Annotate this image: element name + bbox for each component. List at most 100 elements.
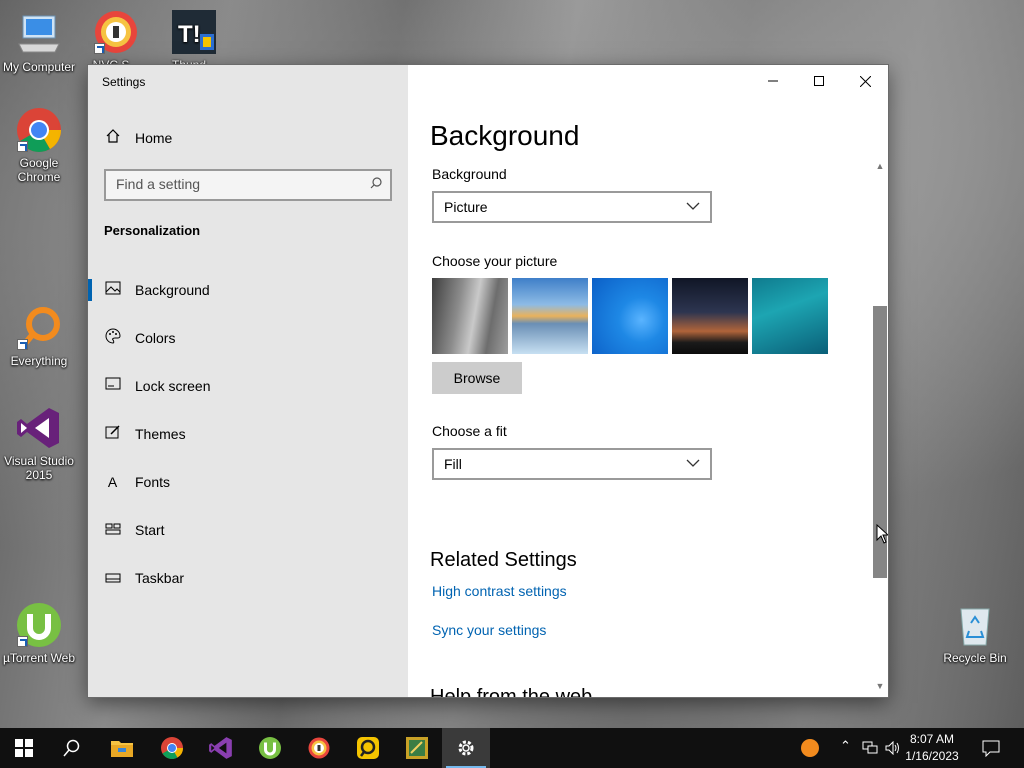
related-settings-heading: Related Settings (430, 549, 577, 571)
sidebar-item-background[interactable]: Background (88, 270, 408, 310)
desktop-icon-label: My Computer (2, 60, 76, 74)
network-icon[interactable] (862, 741, 878, 755)
close-button[interactable] (842, 65, 888, 97)
thunder-icon: T! (170, 8, 218, 56)
picture-thumbnail-underwater[interactable] (752, 278, 828, 354)
picture-thumbnail-beach[interactable] (512, 278, 588, 354)
desktop-icon-nvc[interactable]: NVC S... (78, 8, 154, 68)
sidebar-item-label: Fonts (135, 474, 171, 490)
choose-picture-label: Choose your picture (432, 253, 558, 269)
chevron-down-icon (686, 202, 700, 210)
clock-time: 8:07 AM (909, 732, 955, 746)
desktop-icon-label: Everything (10, 354, 68, 368)
action-center-icon[interactable] (982, 739, 1000, 757)
sidebar-section-title: Personalization (104, 223, 201, 238)
taskbar-chrome[interactable] (148, 728, 196, 768)
desktop-icon-label: µTorrent Web (2, 651, 76, 665)
minimize-icon (768, 80, 778, 82)
desktop-icon-visual-studio[interactable]: Visual Studio 2015 (1, 404, 77, 482)
app2-icon (406, 737, 428, 759)
scroll-down-icon[interactable]: ▼ (873, 681, 887, 695)
picture-thumbnail-night-sky[interactable] (672, 278, 748, 354)
image-icon (88, 281, 135, 299)
scroll-up-icon[interactable]: ▲ (873, 161, 887, 175)
app-icon (357, 737, 379, 759)
background-dropdown[interactable]: Picture (432, 191, 712, 223)
taskbar-app[interactable] (344, 728, 392, 768)
taskbar-clock[interactable]: 8:07 AM 1/16/2023 (896, 731, 968, 765)
home-icon (88, 128, 135, 148)
desktop-icon-label: Google Chrome (17, 156, 61, 184)
desktop-icon-label: Visual Studio 2015 (4, 454, 74, 482)
sidebar-item-lock-screen[interactable]: Lock screen (88, 366, 408, 406)
visual-studio-icon (209, 737, 232, 759)
sync-settings-link[interactable]: Sync your settings (432, 622, 546, 638)
search-icon (63, 739, 80, 757)
minimize-button[interactable] (750, 65, 796, 97)
chevron-down-icon (686, 459, 700, 467)
fit-dropdown[interactable]: Fill (432, 448, 712, 480)
sidebar-item-fonts[interactable]: A Fonts (88, 462, 408, 502)
tray-app-icon[interactable] (800, 738, 820, 758)
sidebar-item-themes[interactable]: Themes (88, 414, 408, 454)
taskbar-app2[interactable] (393, 728, 441, 768)
sidebar-item-label: Colors (135, 330, 176, 346)
page-title: Background (430, 120, 580, 151)
desktop-icon-recycle-bin[interactable]: Recycle Bin (937, 601, 1013, 665)
taskbar-settings[interactable] (442, 728, 490, 768)
utorrent-icon (15, 601, 63, 649)
nvc-icon (92, 8, 140, 56)
sidebar-item-label: Taskbar (135, 570, 185, 586)
taskbar-icon (88, 570, 135, 587)
settings-window: Settings Home Find a setting Personaliza… (88, 65, 888, 697)
sidebar-item-taskbar[interactable]: Taskbar (88, 558, 408, 598)
desktop-icon-my-computer[interactable]: My Computer (1, 10, 77, 74)
start-button[interactable] (0, 728, 48, 768)
taskbar-visual-studio[interactable] (197, 728, 245, 768)
desktop-icon-label: Recycle Bin (943, 651, 1007, 665)
utorrent-icon (259, 737, 281, 759)
maximize-button[interactable] (796, 65, 842, 97)
choose-fit-label: Choose a fit (432, 423, 507, 439)
fit-dropdown-value: Fill (444, 456, 462, 472)
taskbar-nvc[interactable] (295, 728, 343, 768)
desktop-icon-everything[interactable]: Everything (1, 304, 77, 368)
high-contrast-link[interactable]: High contrast settings (432, 583, 567, 599)
sidebar-item-label: Home (135, 130, 173, 146)
content-scrollbar[interactable]: ▲ ▼ (873, 161, 887, 697)
sidebar-item-label: Background (135, 282, 210, 298)
search-icon (370, 177, 382, 189)
taskbar-search-button[interactable] (48, 728, 96, 768)
nvc-icon (308, 737, 330, 759)
sidebar-item-colors[interactable]: Colors (88, 318, 408, 358)
computer-icon (15, 10, 63, 58)
help-from-web-heading: Help from the web (430, 687, 592, 697)
themes-icon (88, 424, 135, 444)
lock-screen-icon (88, 377, 135, 395)
recycle-bin-icon (951, 601, 999, 649)
browse-button[interactable]: Browse (432, 362, 522, 394)
sidebar-item-home[interactable]: Home (88, 118, 408, 158)
search-placeholder: Find a setting (116, 176, 201, 192)
desktop-icon-utorrent[interactable]: µTorrent Web (1, 601, 77, 665)
desktop-icon-thunder[interactable]: T! Thund... (156, 8, 232, 68)
show-hidden-icons-icon[interactable]: ⌃ (840, 738, 851, 754)
clock-date: 1/16/2023 (905, 749, 959, 763)
taskbar-utorrent[interactable] (246, 728, 294, 768)
picture-thumbnail-rock[interactable] (432, 278, 508, 354)
background-dropdown-value: Picture (444, 199, 488, 215)
palette-icon (88, 328, 135, 348)
background-label: Background (432, 166, 507, 182)
picture-thumbnail-windows[interactable] (592, 278, 668, 354)
maximize-icon (814, 76, 824, 86)
everything-icon (15, 304, 63, 352)
chrome-icon (161, 737, 183, 759)
desktop-icon-chrome[interactable]: Google Chrome (1, 106, 77, 184)
sidebar-item-label: Lock screen (135, 378, 211, 394)
sidebar-item-start[interactable]: Start (88, 510, 408, 550)
svg-text:T!: T! (178, 21, 201, 48)
search-input[interactable]: Find a setting (104, 169, 392, 201)
sidebar-item-label: Themes (135, 426, 186, 442)
sidebar-item-label: Start (135, 522, 165, 538)
taskbar-file-explorer[interactable] (98, 728, 146, 768)
